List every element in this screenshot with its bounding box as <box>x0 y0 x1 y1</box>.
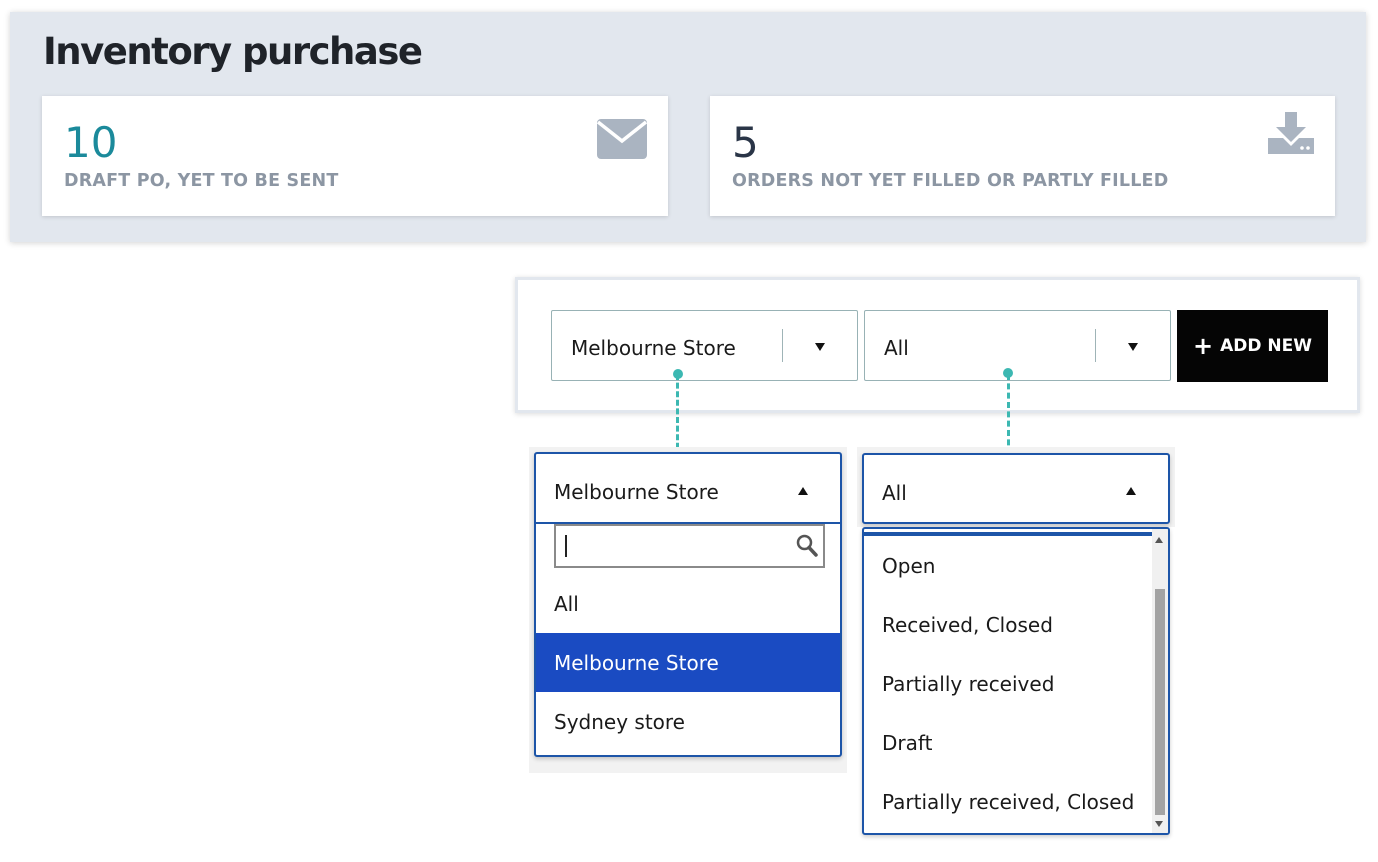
scrollbar-thumb[interactable] <box>1155 589 1165 815</box>
store-dropdown: Melbourne Store All Melbourne Store Sydn… <box>534 452 842 757</box>
search-icon[interactable] <box>796 534 818 562</box>
select-divider <box>1095 329 1096 362</box>
store-option[interactable]: All <box>536 574 840 633</box>
status-select[interactable]: All <box>864 310 1171 381</box>
option-label: Sydney store <box>554 710 685 734</box>
stat-label: ORDERS NOT YET FILLED OR PARTLY FILLED <box>732 171 1169 191</box>
store-option-selected[interactable]: Melbourne Store <box>536 633 840 692</box>
select-divider <box>782 329 783 362</box>
store-select[interactable]: Melbourne Store <box>551 310 858 381</box>
store-search-input[interactable] <box>554 524 825 568</box>
status-option[interactable]: Open <box>864 536 1152 595</box>
option-label: Partially received <box>882 672 1055 696</box>
status-option[interactable]: Partially received <box>864 654 1152 713</box>
option-label: Received, Closed <box>882 613 1053 637</box>
connector-dot <box>673 369 683 379</box>
option-label: Open <box>882 554 936 578</box>
store-option[interactable]: Sydney store <box>536 692 840 751</box>
option-label: Melbourne Store <box>554 651 719 675</box>
store-dropdown-selected: Melbourne Store <box>554 480 719 504</box>
chevron-up-icon[interactable] <box>798 487 808 495</box>
status-dropdown-header[interactable]: All <box>862 453 1170 524</box>
store-select-value: Melbourne Store <box>571 336 736 360</box>
scroll-down-icon[interactable] <box>1155 821 1163 827</box>
text-cursor <box>565 535 567 557</box>
stat-card-draft-po[interactable]: 10 DRAFT PO, YET TO BE SENT <box>42 96 668 216</box>
stat-card-open-orders[interactable]: 5 ORDERS NOT YET FILLED OR PARTLY FILLED <box>710 96 1335 216</box>
download-icon <box>1266 110 1316 160</box>
plus-icon: + <box>1193 332 1214 360</box>
status-option[interactable]: Draft <box>864 713 1152 772</box>
store-dropdown-header[interactable]: Melbourne Store <box>536 454 840 524</box>
chevron-down-icon[interactable] <box>815 343 825 351</box>
status-dropdown-selected: All <box>882 481 907 505</box>
connector-dot <box>1003 368 1013 378</box>
page-title: Inventory purchase <box>43 30 423 73</box>
add-new-button[interactable]: + ADD NEW <box>1177 310 1328 382</box>
envelope-icon <box>596 118 648 164</box>
scroll-up-icon[interactable] <box>1155 537 1163 543</box>
stat-value: 5 <box>732 118 759 167</box>
chevron-up-icon[interactable] <box>1126 487 1136 495</box>
status-option[interactable]: Partially received, Closed <box>864 772 1152 831</box>
stat-label: DRAFT PO, YET TO BE SENT <box>64 171 339 191</box>
status-option[interactable]: Received, Closed <box>864 595 1152 654</box>
scrollbar[interactable] <box>1152 529 1168 833</box>
stat-value: 10 <box>64 118 118 167</box>
option-label: Draft <box>882 731 933 755</box>
chevron-down-icon[interactable] <box>1128 343 1138 351</box>
option-label: All <box>554 592 579 616</box>
status-select-value: All <box>884 336 909 360</box>
status-options-list: Open Received, Closed Partially received… <box>862 527 1170 835</box>
add-new-label: ADD NEW <box>1220 336 1312 356</box>
option-label: Partially received, Closed <box>882 790 1135 814</box>
